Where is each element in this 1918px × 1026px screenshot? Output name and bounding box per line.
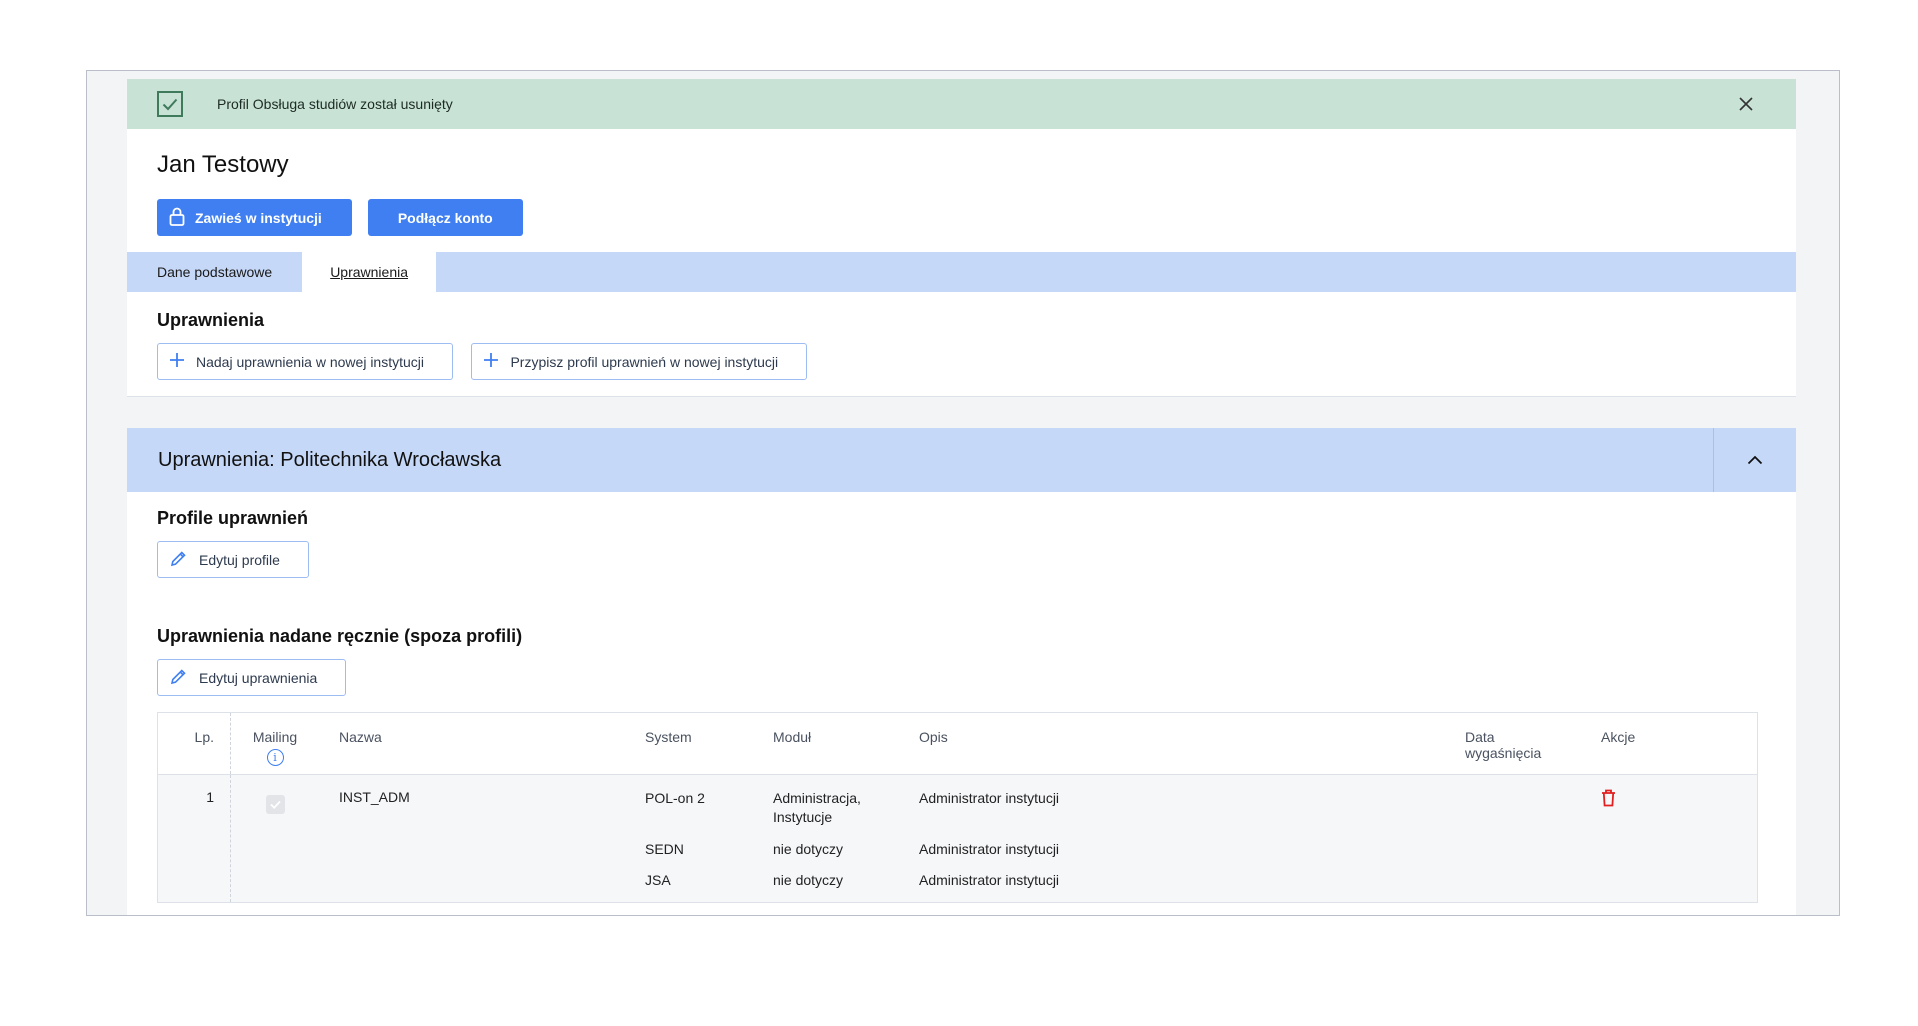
modul-line: Instytucje [773, 809, 833, 825]
modul-line: Administracja, [773, 790, 861, 806]
mailing-checkbox [265, 795, 285, 814]
row-lp: 1 [157, 774, 231, 903]
system-entry: POL-on 2 [645, 790, 705, 806]
user-name: Jan Testowy [157, 151, 289, 178]
plus-icon [484, 353, 499, 370]
assign-profile-label: Przypisz profil uprawnień w nowej instyt… [510, 353, 779, 370]
table-row: 1 INST_ADM POL-on 2 SEDN JSA Administrac… [157, 774, 1758, 903]
suspend-label: Zawieś w instytucji [195, 209, 322, 226]
connect-account-button[interactable]: Podłącz konto [367, 199, 523, 236]
col-lp[interactable]: Lp. [157, 712, 231, 775]
col-mailing[interactable]: Mailing i [230, 712, 319, 775]
chevron-up-icon[interactable] [1713, 428, 1796, 492]
system-entry: JSA [645, 872, 671, 888]
row-nazwa: INST_ADM [319, 774, 637, 903]
success-alert: Profil Obsługa studiów został usunięty [127, 79, 1796, 129]
lock-icon [169, 207, 185, 229]
col-opis[interactable]: Opis [911, 712, 1457, 775]
info-icon[interactable]: i [266, 749, 284, 766]
col-modul[interactable]: Moduł [765, 712, 911, 775]
institution-title: Uprawnienia: Politechnika Wrocławska [158, 448, 502, 471]
suspend-in-institution-button[interactable]: Zawieś w instytucji [157, 199, 352, 236]
assign-profile-button[interactable]: Przypisz profil uprawnień w nowej instyt… [471, 343, 808, 380]
col-akcje: Akcje [1593, 712, 1758, 775]
edit-permissions-label: Edytuj uprawnienia [199, 669, 318, 686]
table-header-row: Lp. Mailing i Nazwa System Moduł Opis Da… [157, 712, 1758, 775]
col-mailing-label: Mailing [252, 729, 298, 745]
modul-entry: Administracja, Instytucje [773, 789, 903, 840]
tab-bar: Dane podstawowe Uprawnienia [127, 252, 1796, 292]
opis-entry: Administrator instytucji [919, 790, 1060, 806]
row-opis-cell: Administrator instytucji Administrator i… [911, 774, 1457, 903]
row-mailing [230, 774, 319, 903]
system-entry: SEDN [645, 841, 684, 857]
profiles-title: Profile uprawnień [157, 508, 309, 528]
edit-permissions-button[interactable]: Edytuj uprawnienia [157, 659, 347, 696]
tab-uprawnienia[interactable]: Uprawnienia [302, 252, 437, 292]
modul-entry: nie dotyczy [773, 841, 844, 857]
manual-permissions-title: Uprawnienia nadane ręcznie (spoza profil… [157, 626, 523, 646]
tab-dane-podstawowe[interactable]: Dane podstawowe [127, 252, 302, 292]
col-data-line2: wygaśnięcia [1465, 745, 1542, 761]
col-data-line1: Data [1465, 729, 1495, 745]
institution-accordion-body: Profile uprawnień Edytuj profile Uprawni… [127, 492, 1796, 915]
plus-icon [170, 353, 184, 370]
alert-message: Profil Obsługa studiów został usunięty [217, 96, 453, 112]
col-data-wygasniecia[interactable]: Data wygaśnięcia [1457, 712, 1593, 775]
pencil-icon [170, 550, 187, 570]
grant-new-label: Nadaj uprawnienia w nowej instytucji [196, 353, 425, 370]
check-icon [157, 91, 183, 117]
row-actions [1593, 774, 1758, 903]
pencil-icon [170, 668, 187, 688]
modul-entry: nie dotyczy [773, 872, 844, 888]
edit-profiles-label: Edytuj profile [199, 551, 280, 568]
opis-entry: Administrator instytucji [919, 872, 1060, 888]
col-nazwa[interactable]: Nazwa [319, 712, 637, 775]
edit-profiles-button[interactable]: Edytuj profile [157, 541, 309, 578]
trash-icon[interactable] [1601, 789, 1616, 810]
permissions-section: Uprawnienia Nadaj uprawnienia w nowej in… [127, 292, 1796, 397]
row-data-wygasniecia [1457, 774, 1593, 903]
permissions-table: Lp. Mailing i Nazwa System Moduł Opis Da… [157, 712, 1758, 903]
col-system[interactable]: System [637, 712, 765, 775]
user-actions: Zawieś w instytucji Podłącz konto [157, 199, 1766, 236]
permissions-title: Uprawnienia [157, 310, 265, 330]
page-frame: Profil Obsługa studiów został usunięty J… [86, 70, 1840, 916]
institution-accordion-header[interactable]: Uprawnienia: Politechnika Wrocławska [127, 428, 1796, 492]
grant-new-institution-button[interactable]: Nadaj uprawnienia w nowej instytucji [157, 343, 454, 380]
content-area: Profil Obsługa studiów został usunięty J… [127, 79, 1796, 915]
user-header: Jan Testowy Zawieś w instytucji Podłącz … [127, 129, 1796, 252]
close-icon[interactable] [1738, 96, 1754, 117]
opis-entry: Administrator instytucji [919, 841, 1060, 857]
row-modul-cell: Administracja, Instytucje nie dotyczy ni… [765, 774, 911, 903]
row-system-cell: POL-on 2 SEDN JSA [637, 774, 765, 903]
